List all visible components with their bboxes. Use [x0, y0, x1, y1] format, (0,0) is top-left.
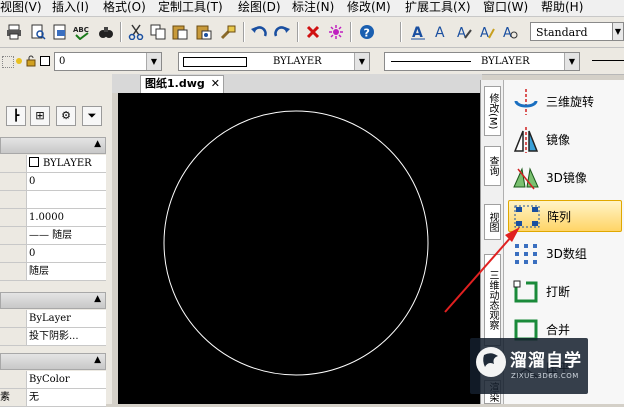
watermark-title: 溜溜自学: [510, 351, 582, 371]
watermark-url: ZIXUE.3D66.COM: [511, 372, 579, 380]
watermark-logo-icon: [476, 347, 506, 377]
watermark: 溜溜自学 ZIXUE.3D66.COM: [470, 338, 588, 394]
